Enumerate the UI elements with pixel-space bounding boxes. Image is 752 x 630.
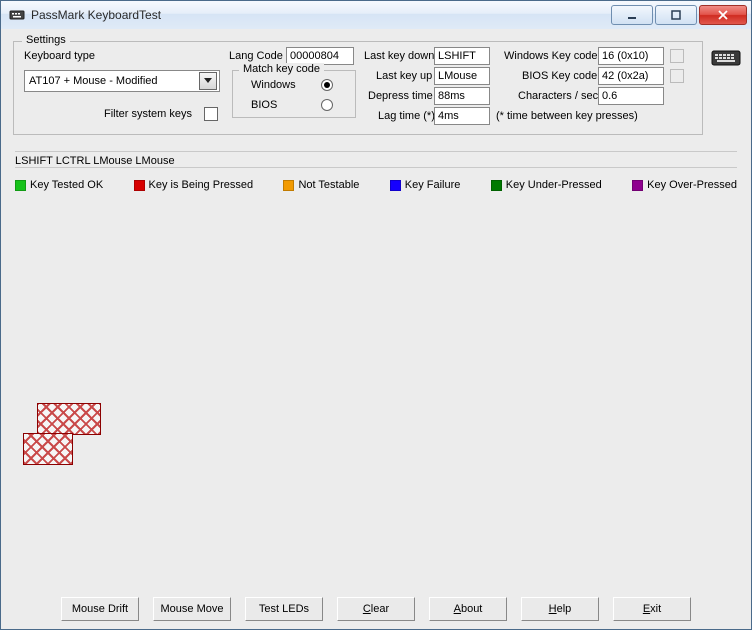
keyboard-type-combo[interactable]: AT107 + Mouse - Modified: [24, 70, 220, 92]
bottom-button-row: Mouse Drift Mouse Move Test LEDs Clear A…: [1, 597, 751, 621]
legend-failure: Key Failure: [390, 179, 461, 191]
filter-system-keys-checkbox[interactable]: [204, 107, 218, 121]
lag-time-label: Lag time (*): [378, 110, 435, 122]
legend-under-pressed: Key Under-Pressed: [491, 179, 602, 191]
last-key-down-label: Last key down: [364, 50, 434, 62]
cps-label: Characters / sec: [518, 90, 598, 102]
help-button[interactable]: Help: [521, 597, 599, 621]
pressed-key-lshift: [37, 403, 101, 435]
window-buttons: [611, 5, 747, 25]
keyboard-canvas: [15, 199, 737, 583]
pressed-key-lctrl: [23, 433, 73, 465]
match-windows-radio[interactable]: [321, 79, 333, 91]
app-icon: [9, 7, 25, 23]
keyboard-icon[interactable]: [711, 45, 741, 70]
keyboard-type-label: Keyboard type: [24, 50, 95, 62]
last-key-down-field: LSHIFT: [434, 47, 490, 65]
lag-time-note: (* time between key presses): [496, 110, 638, 122]
window-title: PassMark KeyboardTest: [31, 8, 611, 22]
filter-system-keys-label: Filter system keys: [104, 108, 192, 120]
divider: [15, 167, 737, 168]
legend-being-pressed: Key is Being Pressed: [134, 179, 254, 191]
bios-keycode-label: BIOS Key code: [522, 70, 597, 82]
match-key-code-legend: Match key code: [239, 63, 324, 75]
win-keycode-field: 16 (0x10): [598, 47, 664, 65]
match-windows-label: Windows: [251, 79, 296, 91]
win-keycode-label: Windows Key code: [504, 50, 598, 62]
mouse-drift-button[interactable]: Mouse Drift: [61, 597, 139, 621]
titlebar: PassMark KeyboardTest: [1, 1, 751, 30]
swatch: [283, 180, 294, 191]
last-key-up-label: Last key up: [376, 70, 432, 82]
about-button[interactable]: About: [429, 597, 507, 621]
mouse-move-button[interactable]: Mouse Move: [153, 597, 231, 621]
bios-keycode-field: 42 (0x2a): [598, 67, 664, 85]
key-history: LSHIFT LCTRL LMouse LMouse: [15, 155, 175, 167]
swatch: [632, 180, 643, 191]
match-bios-radio[interactable]: [321, 99, 333, 111]
win-keycode-indicator: [670, 49, 684, 63]
settings-group: Settings Keyboard type AT107 + Mouse - M…: [13, 41, 703, 135]
exit-button[interactable]: Exit: [613, 597, 691, 621]
clear-button[interactable]: Clear: [337, 597, 415, 621]
lang-code-label: Lang Code: [229, 50, 283, 62]
cps-field: 0.6: [598, 87, 664, 105]
depress-time-label: Depress time: [368, 90, 433, 102]
maximize-button[interactable]: [655, 5, 697, 25]
legend-not-testable: Not Testable: [283, 179, 359, 191]
app-window: PassMark KeyboardTest Settings Keyboard …: [0, 0, 752, 630]
settings-legend: Settings: [22, 34, 70, 46]
divider: [15, 151, 737, 152]
close-button[interactable]: [699, 5, 747, 25]
swatch: [390, 180, 401, 191]
chevron-down-icon: [199, 72, 217, 90]
bios-keycode-indicator: [670, 69, 684, 83]
lag-time-field: 4ms: [434, 107, 490, 125]
swatch: [15, 180, 26, 191]
test-leds-button[interactable]: Test LEDs: [245, 597, 323, 621]
match-key-code-group: Match key code Windows BIOS: [232, 70, 356, 118]
last-key-up-field: LMouse: [434, 67, 490, 85]
depress-time-field: 88ms: [434, 87, 490, 105]
swatch: [491, 180, 502, 191]
match-bios-label: BIOS: [251, 99, 277, 111]
minimize-button[interactable]: [611, 5, 653, 25]
swatch: [134, 180, 145, 191]
keyboard-type-value: AT107 + Mouse - Modified: [29, 75, 158, 87]
key-legend-row: Key Tested OK Key is Being Pressed Not T…: [15, 177, 737, 193]
client-area: Settings Keyboard type AT107 + Mouse - M…: [1, 29, 751, 629]
legend-tested-ok: Key Tested OK: [15, 179, 103, 191]
legend-over-pressed: Key Over-Pressed: [632, 179, 737, 191]
